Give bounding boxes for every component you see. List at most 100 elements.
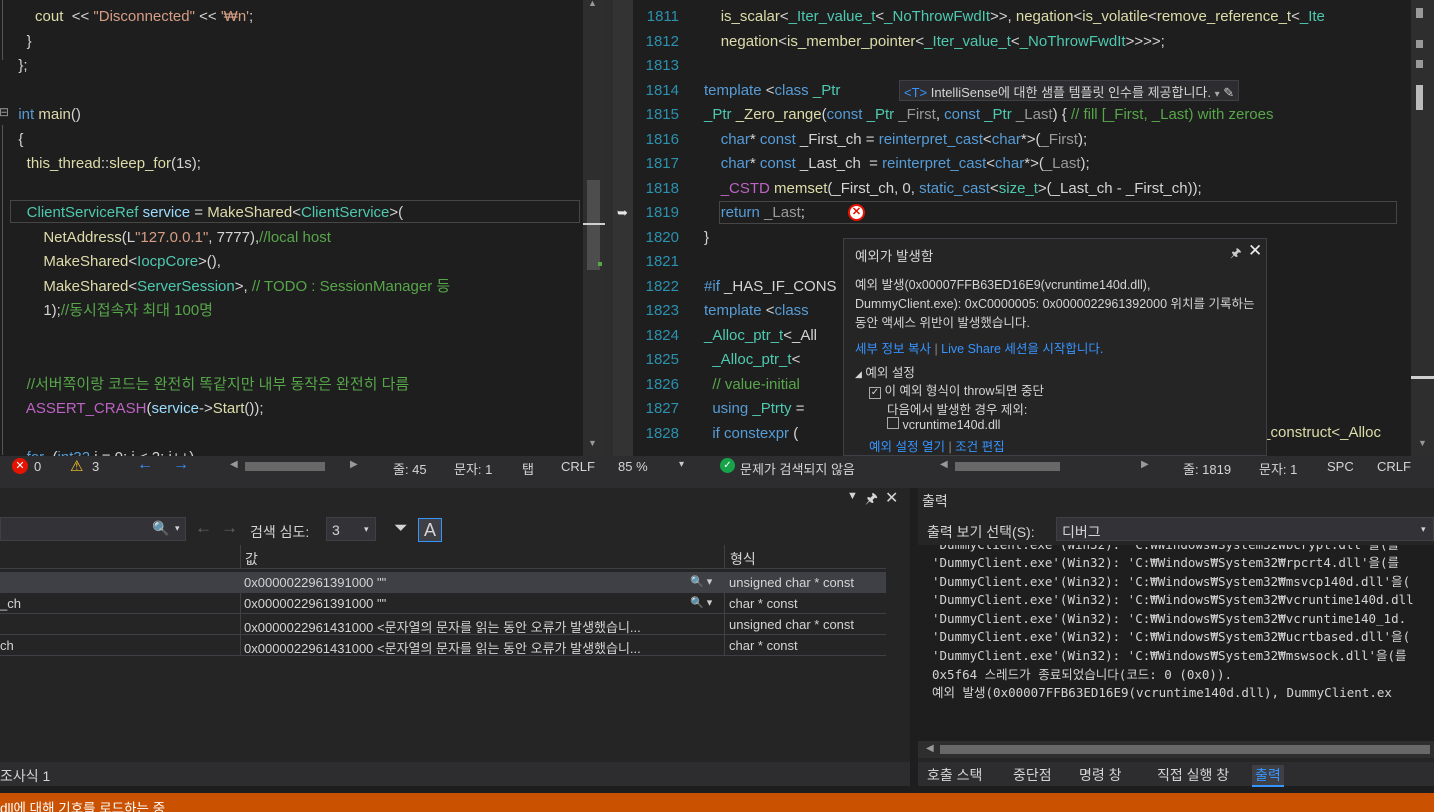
zoom-level[interactable]: 85 % — [618, 459, 648, 474]
watch-row[interactable]: 0x0000022961391000 "" unsigned char * con… — [0, 572, 886, 593]
char-indicator[interactable]: 문자: 1 — [454, 459, 492, 478]
code-token: "Disconnected" — [93, 8, 195, 25]
watch-name[interactable]: _ch — [0, 596, 238, 611]
issues-text[interactable]: 문제가 검색되지 않음 — [740, 459, 855, 478]
collapse-icon[interactable]: ◢ — [855, 369, 862, 379]
warning-count[interactable]: 3 — [92, 459, 99, 474]
visualizer-icon[interactable]: 🔍 ▾ — [690, 596, 712, 609]
dropdown-icon[interactable]: ▾ — [1215, 89, 1220, 100]
output-horizontal-scrollbar[interactable]: ◀ — [918, 741, 1434, 758]
copy-details-link[interactable]: 세부 정보 복사 — [855, 342, 931, 356]
nav-back-icon[interactable]: ← — [137, 456, 153, 474]
code-token: _Iter_value_t — [924, 32, 1011, 50]
horizontal-scrollbar[interactable] — [955, 462, 1060, 471]
line-indicator[interactable]: 줄: 45 — [393, 459, 427, 478]
code-token: _First — [1040, 130, 1078, 148]
watch-name[interactable]: ch — [0, 638, 238, 653]
exclude-module-checkbox[interactable] — [887, 417, 899, 429]
code-line: MakeShared<IocpCore>(), — [10, 250, 580, 275]
close-icon[interactable]: ✕ — [885, 488, 898, 508]
nav-forward-icon[interactable]: → — [173, 456, 189, 474]
intellisense-hint[interactable]: <T> IntelliSense에 대한 샘플 템플릿 인수를 제공합니다. ▾… — [899, 80, 1240, 101]
watch-tab-label[interactable]: 조사식 1 — [0, 766, 50, 786]
edit-icon[interactable]: ✎ — [1223, 85, 1234, 100]
line-indicator[interactable]: 줄: 1819 — [1183, 459, 1231, 478]
scroll-down-icon[interactable]: ▼ — [588, 438, 597, 448]
panel-tab[interactable]: 명령 창 — [1076, 765, 1125, 785]
output-source-dropdown[interactable]: 디버그 ▾ — [1056, 517, 1434, 541]
hscroll-left-icon[interactable]: ◀ — [940, 459, 948, 470]
search-forward-icon[interactable]: → — [221, 518, 238, 538]
live-share-link[interactable]: Live Share 세션을 시작합니다. — [941, 342, 1103, 356]
zoom-dropdown-icon[interactable]: ▾ — [679, 459, 684, 470]
output-line: 'DummyClient.exe'(Win32): 'C:₩Windows₩Sy… — [932, 573, 1411, 589]
horizontal-scrollbar[interactable] — [245, 462, 325, 471]
watch-value[interactable]: 0x0000022961391000 "" — [244, 596, 720, 611]
value-column-header[interactable]: 값 — [245, 549, 258, 569]
watch-value[interactable]: 0x0000022961431000 <문자열의 문자를 읽는 동안 오류가 발… — [244, 617, 720, 636]
eol-indicator[interactable]: CRLF — [1377, 459, 1411, 474]
watch-row[interactable]: 0x0000022961431000 <문자열의 문자를 읽는 동안 오류가 발… — [0, 614, 886, 635]
output-text-area[interactable]: 'DummyClient.exe'(Win32): 'C:₩Windows₩Sy… — [918, 545, 1434, 741]
code-line: for (int32 i = 0; i < 2; i++) — [10, 446, 580, 456]
line-number: 1820 — [645, 228, 679, 246]
break-on-throw-checkbox[interactable]: ✓ — [869, 387, 881, 399]
watch-search-input[interactable]: 🔍 ▾ — [0, 517, 186, 541]
filter-icon[interactable]: ⏷ — [394, 518, 408, 538]
break-on-throw-label[interactable]: 이 예외 형식이 throw되면 중단 — [884, 384, 1043, 398]
code-token: _Zero_range — [735, 106, 822, 123]
hscroll-left-icon[interactable]: ◀ — [230, 459, 238, 470]
pin-icon[interactable]: 🖈 — [1230, 244, 1242, 265]
panel-tab[interactable]: 중단점 — [1010, 765, 1055, 785]
error-icon[interactable]: ✕ — [12, 458, 28, 474]
watch-row[interactable]: _ch 0x0000022961391000 "" char * const 🔍 ▾ — [0, 593, 886, 614]
vertical-scrollbar[interactable]: ▲ ▼ — [583, 0, 605, 456]
scroll-down-icon[interactable]: ▼ — [1418, 438, 1427, 448]
search-back-icon[interactable]: ← — [195, 518, 212, 538]
vertical-scrollbar[interactable]: ▼ — [1411, 0, 1434, 456]
no-issues-icon[interactable]: ✓ — [720, 458, 735, 473]
panel-menu-icon[interactable]: ▼ — [847, 490, 858, 502]
edit-conditions-link[interactable]: 조건 편집 — [955, 440, 1004, 454]
hscroll-left-icon[interactable]: ◀ — [926, 743, 934, 754]
right-editor-statusbar: 85 % ▾ ✓ 문제가 검색되지 않음 ◀ ▶ 줄: 1819 문자: 1 S… — [613, 456, 1434, 478]
panel-tab[interactable]: 출력 — [1252, 765, 1284, 787]
open-exception-settings-link[interactable]: 예외 설정 열기 — [869, 440, 945, 454]
line-number: 1812 — [645, 32, 679, 50]
close-icon[interactable]: ✕ — [1248, 241, 1262, 261]
watch-row[interactable]: ch 0x0000022961431000 <문자열의 문자를 읽는 동안 오류가… — [0, 635, 886, 656]
chevron-down-icon[interactable]: ▾ — [364, 524, 369, 535]
tab-indicator[interactable]: 탭 — [522, 459, 534, 478]
collapse-icon[interactable]: ⊟ — [0, 105, 9, 119]
type-column-header[interactable]: 형식 — [730, 549, 756, 569]
watch-value[interactable]: 0x0000022961391000 "" — [244, 575, 720, 590]
panel-tab[interactable]: 직접 실행 창 — [1154, 765, 1232, 785]
exception-error-icon[interactable]: ✕ — [848, 204, 865, 221]
warning-icon[interactable]: ⚠ — [70, 457, 83, 475]
pin-icon[interactable]: 🖈 — [865, 488, 878, 512]
search-depth-label: 검색 심도: — [250, 524, 310, 540]
search-depth-dropdown[interactable]: 3 ▾ — [326, 517, 376, 541]
text-format-icon[interactable]: A — [418, 518, 442, 542]
scroll-up-icon[interactable]: ▲ — [588, 0, 597, 8]
error-count[interactable]: 0 — [34, 459, 41, 474]
watch-value[interactable]: 0x0000022961431000 <문자열의 문자를 읽는 동안 오류가 발… — [244, 638, 720, 657]
chevron-down-icon[interactable]: ▾ — [1421, 524, 1426, 535]
char-indicator[interactable]: 문자: 1 — [1259, 459, 1297, 478]
search-dropdown-icon[interactable]: ▾ — [175, 523, 180, 534]
code-token: (1s); — [170, 155, 201, 172]
code-token: _Ptr — [984, 106, 1012, 123]
code-token: = — [791, 400, 805, 417]
eol-indicator[interactable]: CRLF — [561, 459, 595, 474]
exclude-module-label[interactable]: vcruntime140d.dll — [902, 418, 1000, 432]
search-icon[interactable]: 🔍 — [152, 520, 169, 537]
spacing-indicator[interactable]: SPC — [1327, 459, 1354, 474]
hscroll-right-icon[interactable]: ▶ — [350, 459, 358, 470]
visualizer-icon[interactable]: 🔍 ▾ — [690, 575, 712, 588]
editor-splitter[interactable] — [605, 0, 613, 478]
exception-popup[interactable]: 예외가 발생함 🖈 ✕ 예외 발생(0x00007FFB63ED16E9(vcr… — [843, 238, 1267, 456]
panel-tab[interactable]: 호출 스택 — [924, 765, 985, 785]
left-code-editor[interactable]: cout << "Disconnected" << '₩n'; } }; int… — [0, 0, 605, 456]
hscroll-right-icon[interactable]: ▶ — [1141, 459, 1149, 470]
